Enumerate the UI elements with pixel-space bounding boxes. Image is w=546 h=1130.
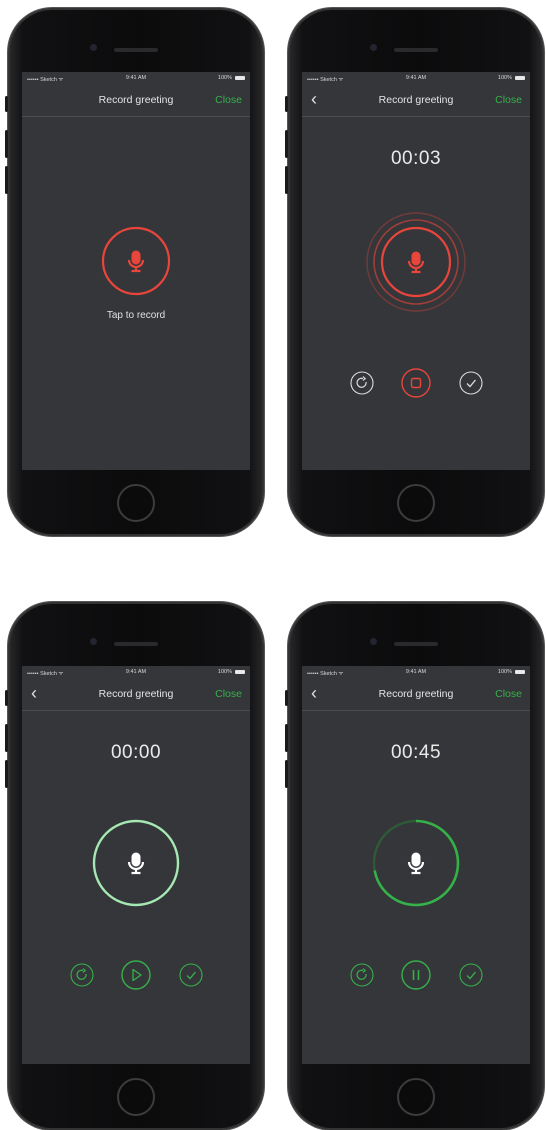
check-icon [466, 971, 476, 980]
status-bar: •••••• Sketch ᯤ 9:41 AM 100% [22, 666, 250, 678]
redo-button[interactable] [350, 963, 374, 987]
volume-up-button [285, 130, 288, 158]
timer-label: 00:00 [110, 742, 162, 763]
front-camera [90, 44, 97, 51]
earpiece-speaker [394, 48, 438, 52]
microphone-icon [127, 249, 145, 273]
volume-down-button [285, 166, 288, 194]
battery-icon [515, 670, 525, 674]
redo-button[interactable] [70, 963, 94, 987]
record-button[interactable] [364, 210, 468, 314]
confirm-button[interactable] [459, 963, 483, 987]
home-button[interactable] [117, 1078, 155, 1116]
earpiece-speaker [114, 642, 158, 646]
clock-label: 9:41 AM [125, 669, 147, 675]
pause-icon [412, 970, 420, 980]
check-icon [466, 379, 476, 388]
screen: •••••• Sketch ᯤ 9:41 AM 100% ‹ Record gr… [302, 666, 530, 1064]
microphone-icon [407, 851, 425, 875]
nav-bar: ‹ Record greeting Close [302, 678, 530, 711]
record-button[interactable] [99, 224, 173, 298]
clock-label: 9:41 AM [405, 669, 427, 675]
screen: •••••• Sketch ᯤ 9:41 AM 100% ‹ Record gr… [22, 666, 250, 1064]
phone-idle: •••••• Sketch ᯤ 9:41 AM 100% Record gree… [5, 8, 264, 536]
stop-button[interactable] [401, 368, 431, 398]
clock-label: 9:41 AM [125, 75, 147, 81]
close-button[interactable]: Close [215, 94, 242, 106]
stop-icon [410, 377, 422, 389]
timer-label: 00:03 [390, 148, 442, 169]
home-button[interactable] [397, 1078, 435, 1116]
home-button[interactable] [117, 484, 155, 522]
redo-icon [76, 968, 87, 980]
playback-progress-ring[interactable] [371, 818, 461, 908]
volume-down-button [285, 760, 288, 788]
mute-switch [5, 690, 8, 706]
close-button[interactable]: Close [495, 94, 522, 106]
status-bar: •••••• Sketch ᯤ 9:41 AM 100% [302, 666, 530, 678]
battery-icon [235, 670, 245, 674]
redo-button[interactable] [350, 371, 374, 395]
battery-icon [515, 76, 525, 80]
home-button[interactable] [397, 484, 435, 522]
status-bar: •••••• Sketch ᯤ 9:41 AM 100% [22, 72, 250, 84]
earpiece-speaker [114, 48, 158, 52]
pause-button[interactable] [401, 960, 431, 990]
play-icon [132, 968, 142, 982]
screen: •••••• Sketch ᯤ 9:41 AM 100% Record gree… [22, 72, 250, 470]
phone-playing: •••••• Sketch ᯤ 9:41 AM 100% ‹ Record gr… [285, 602, 544, 1130]
mute-switch [5, 96, 8, 112]
nav-bar: ‹ Record greeting Close [302, 84, 530, 117]
close-button[interactable]: Close [215, 688, 242, 700]
battery-icon [235, 76, 245, 80]
confirm-button[interactable] [459, 371, 483, 395]
close-button[interactable]: Close [495, 688, 522, 700]
nav-bar: Record greeting Close [22, 84, 250, 117]
microphone-icon [127, 851, 145, 875]
microphone-icon [407, 250, 425, 274]
status-bar: •••••• Sketch ᯤ 9:41 AM 100% [302, 72, 530, 84]
check-icon [186, 971, 196, 980]
mute-switch [285, 96, 288, 112]
screen: •••••• Sketch ᯤ 9:41 AM 100% ‹ Record gr… [302, 72, 530, 470]
redo-icon [356, 968, 367, 980]
battery-label: 100% [497, 669, 512, 675]
volume-down-button [5, 760, 8, 788]
front-camera [370, 44, 377, 51]
volume-up-button [5, 724, 8, 752]
volume-down-button [5, 166, 8, 194]
battery-label: 100% [497, 75, 512, 81]
redo-icon [356, 376, 367, 388]
play-button[interactable] [121, 960, 151, 990]
clock-label: 9:41 AM [405, 75, 427, 81]
nav-bar: ‹ Record greeting Close [22, 678, 250, 711]
front-camera [370, 638, 377, 645]
tap-to-record-label: Tap to record [106, 310, 166, 321]
phone-recording: •••••• Sketch ᯤ 9:41 AM 100% ‹ Record gr… [285, 8, 544, 536]
confirm-button[interactable] [179, 963, 203, 987]
phone-playback-ready: •••••• Sketch ᯤ 9:41 AM 100% ‹ Record gr… [5, 602, 264, 1130]
recording-ring[interactable] [91, 818, 181, 908]
mute-switch [285, 690, 288, 706]
volume-up-button [285, 724, 288, 752]
earpiece-speaker [394, 642, 438, 646]
volume-up-button [5, 130, 8, 158]
battery-label: 100% [217, 669, 232, 675]
timer-label: 00:45 [390, 742, 442, 763]
battery-label: 100% [217, 75, 232, 81]
front-camera [90, 638, 97, 645]
